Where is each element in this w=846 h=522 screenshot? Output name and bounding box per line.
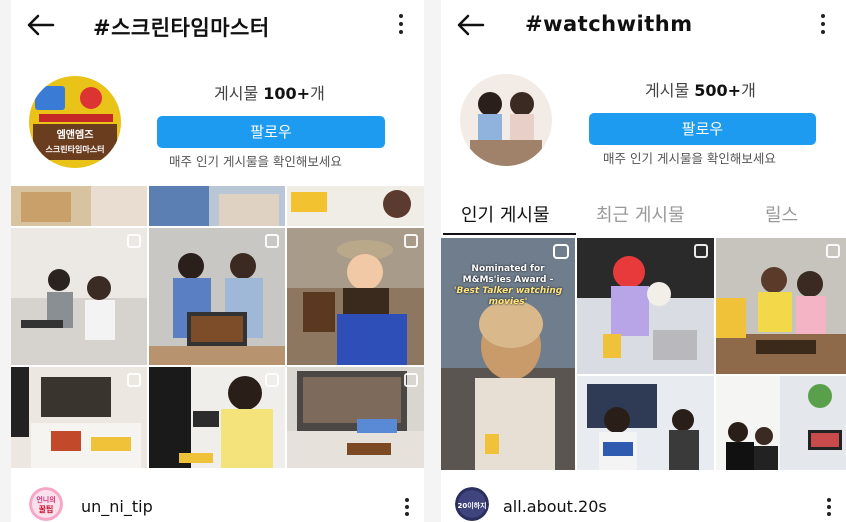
multiple-photos-icon bbox=[265, 234, 279, 248]
post-count-prefix: 게시물 bbox=[645, 81, 695, 100]
reel-caption-line3: 'Best Talker watching bbox=[453, 286, 563, 296]
avatar-text-line2: 스크린타임마스터 bbox=[46, 144, 105, 154]
grid-post[interactable] bbox=[11, 228, 147, 365]
more-vertical-icon[interactable] bbox=[826, 498, 832, 518]
weekly-popular-caption: 매주 인기 게시물을 확인해보세요 bbox=[603, 151, 776, 166]
hashtag-avatar: 엠앤엠즈 스크린타임마스터 bbox=[29, 76, 121, 168]
more-vertical-icon[interactable] bbox=[398, 14, 404, 36]
post-count-value: 100+ bbox=[263, 84, 311, 103]
post-count-prefix: 게시물 bbox=[214, 84, 264, 103]
more-vertical-icon[interactable] bbox=[404, 498, 410, 518]
avatar-text-line1: 엠앤엠즈 bbox=[57, 128, 94, 141]
more-vertical-icon[interactable] bbox=[820, 14, 826, 36]
grid-post[interactable] bbox=[577, 238, 714, 374]
arrow-left-icon[interactable] bbox=[25, 12, 55, 38]
follow-button[interactable]: 팔로우 bbox=[589, 113, 816, 145]
multiple-photos-icon bbox=[127, 373, 141, 387]
multiple-photos-icon bbox=[404, 373, 418, 387]
multiple-photos-icon bbox=[127, 234, 141, 248]
grid-post[interactable] bbox=[287, 228, 424, 365]
tab-reels[interactable]: 릴스 bbox=[765, 201, 798, 227]
account-username[interactable]: un_ni_tip bbox=[81, 497, 153, 516]
multiple-photos-icon bbox=[826, 244, 840, 258]
grid-reel-post[interactable]: Nominated for M&Ms'ies Award - 'Best Tal… bbox=[441, 238, 575, 470]
grid-post[interactable] bbox=[149, 186, 285, 226]
active-tab-indicator bbox=[443, 233, 576, 235]
content-tabs: 인기 게시물 최근 게시물 릴스 bbox=[441, 190, 846, 236]
grid-post[interactable] bbox=[716, 376, 846, 470]
grid-post[interactable] bbox=[149, 367, 285, 468]
suggested-account-row[interactable]: 언니의 꿀팁 un_ni_tip bbox=[11, 480, 424, 522]
tab-popular[interactable]: 인기 게시물 bbox=[461, 201, 550, 227]
hashtag-page-left: #스크린타임마스터 엠앤엠즈 스크린타임마스터 게시물 100+개 팔로우 매주… bbox=[11, 0, 424, 522]
follow-button[interactable]: 팔로우 bbox=[157, 116, 385, 148]
multiple-photos-icon bbox=[265, 373, 279, 387]
grid-post[interactable] bbox=[716, 238, 846, 374]
grid-post[interactable] bbox=[149, 228, 285, 365]
header: #watchwithm bbox=[441, 0, 846, 52]
reel-caption-line1: Nominated for bbox=[471, 264, 545, 274]
weekly-popular-caption: 매주 인기 게시물을 확인해보세요 bbox=[169, 154, 342, 169]
account-avatar: 언니의 꿀팁 bbox=[29, 487, 63, 521]
post-count: 게시물 500+개 bbox=[645, 77, 756, 101]
hashtag-page-right: #watchwithm 게시물 500+개 팔로우 매주 인기 게시물을 확인해… bbox=[441, 0, 846, 522]
post-count-value: 500+ bbox=[694, 81, 742, 100]
grid-post[interactable] bbox=[287, 186, 424, 226]
reels-icon bbox=[553, 244, 569, 259]
reel-caption: Nominated for M&Ms'ies Award - 'Best Tal… bbox=[451, 264, 565, 308]
arrow-left-icon[interactable] bbox=[455, 12, 485, 38]
page-title: #watchwithm bbox=[525, 12, 693, 36]
grid-post[interactable] bbox=[287, 367, 424, 468]
post-count-suffix: 개 bbox=[310, 84, 325, 103]
suggested-account-row[interactable]: 20이하지 all.about.20s bbox=[441, 480, 846, 522]
header: #스크린타임마스터 bbox=[11, 0, 424, 52]
multiple-photos-icon bbox=[404, 234, 418, 248]
tab-recent[interactable]: 최근 게시물 bbox=[596, 201, 685, 227]
multiple-photos-icon bbox=[694, 244, 708, 258]
reel-caption-line4: movies' bbox=[488, 297, 528, 307]
reel-caption-line2: M&Ms'ies Award - bbox=[462, 275, 554, 285]
screenshot-stage: #스크린타임마스터 엠앤엠즈 스크린타임마스터 게시물 100+개 팔로우 매주… bbox=[0, 0, 846, 522]
footer-avatar-line2: 꿀팁 bbox=[39, 504, 54, 514]
grid-post[interactable] bbox=[11, 367, 147, 468]
grid-post[interactable] bbox=[11, 186, 147, 226]
hashtag-avatar bbox=[460, 74, 552, 166]
post-grid: Nominated for M&Ms'ies Award - 'Best Tal… bbox=[441, 238, 846, 470]
post-grid bbox=[11, 186, 424, 470]
account-username[interactable]: all.about.20s bbox=[503, 497, 607, 516]
page-title: #스크린타임마스터 bbox=[93, 16, 270, 40]
post-count: 게시물 100+개 bbox=[214, 80, 325, 104]
footer-avatar-line1: 언니의 bbox=[36, 495, 55, 504]
account-avatar: 20이하지 bbox=[455, 487, 489, 521]
post-count-suffix: 개 bbox=[741, 81, 756, 100]
grid-post[interactable] bbox=[577, 376, 714, 470]
footer-avatar-text: 20이하지 bbox=[457, 501, 486, 510]
